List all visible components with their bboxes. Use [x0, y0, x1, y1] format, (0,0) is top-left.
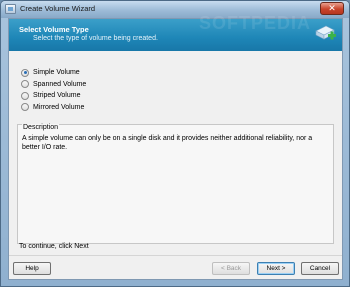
- window-title: Create Volume Wizard: [20, 4, 96, 13]
- wizard-header: SOFTPEDIA Select Volume Type Select the …: [9, 13, 342, 51]
- disk-plus-icon: [315, 25, 336, 40]
- radio-striped-volume[interactable]: [21, 91, 29, 100]
- back-button[interactable]: < Back: [212, 262, 250, 275]
- wizard-window: Create Volume Wizard ✕ SOFTPEDIA Select …: [0, 0, 350, 287]
- option-simple-volume[interactable]: Simple Volume: [21, 67, 86, 78]
- radio-simple-volume[interactable]: [21, 68, 29, 77]
- continue-hint: To continue, click Next: [19, 243, 89, 250]
- page-subtitle: Select the type of volume being created.: [33, 35, 158, 42]
- app-icon: [5, 4, 16, 14]
- cancel-button[interactable]: Cancel: [301, 262, 339, 275]
- description-legend: Description: [22, 124, 60, 131]
- option-spanned-volume[interactable]: Spanned Volume: [21, 79, 86, 90]
- close-button[interactable]: ✕: [320, 2, 344, 15]
- help-button[interactable]: Help: [13, 262, 51, 275]
- description-group: Description A simple volume can only be …: [17, 124, 334, 244]
- option-label: Striped Volume: [33, 92, 81, 99]
- button-bar: Help < Back Next > Cancel: [9, 255, 342, 279]
- wizard-body: SOFTPEDIA Select Volume Type Select the …: [8, 13, 343, 280]
- option-label: Mirrored Volume: [33, 103, 85, 111]
- description-text: A simple volume can only be on a single …: [22, 135, 313, 151]
- option-label: Spanned Volume: [33, 80, 87, 88]
- watermark: SOFTPEDIA: [199, 13, 312, 33]
- page-title: Select Volume Type: [19, 25, 89, 34]
- option-striped-volume[interactable]: Striped Volume: [21, 90, 86, 101]
- next-button[interactable]: Next >: [257, 262, 295, 275]
- option-mirrored-volume[interactable]: Mirrored Volume: [21, 102, 86, 113]
- radio-mirrored-volume[interactable]: [21, 103, 29, 111]
- radio-spanned-volume[interactable]: [21, 80, 29, 88]
- volume-type-options: Simple Volume Spanned Volume Striped Vol…: [21, 67, 86, 113]
- option-label: Simple Volume: [33, 69, 80, 76]
